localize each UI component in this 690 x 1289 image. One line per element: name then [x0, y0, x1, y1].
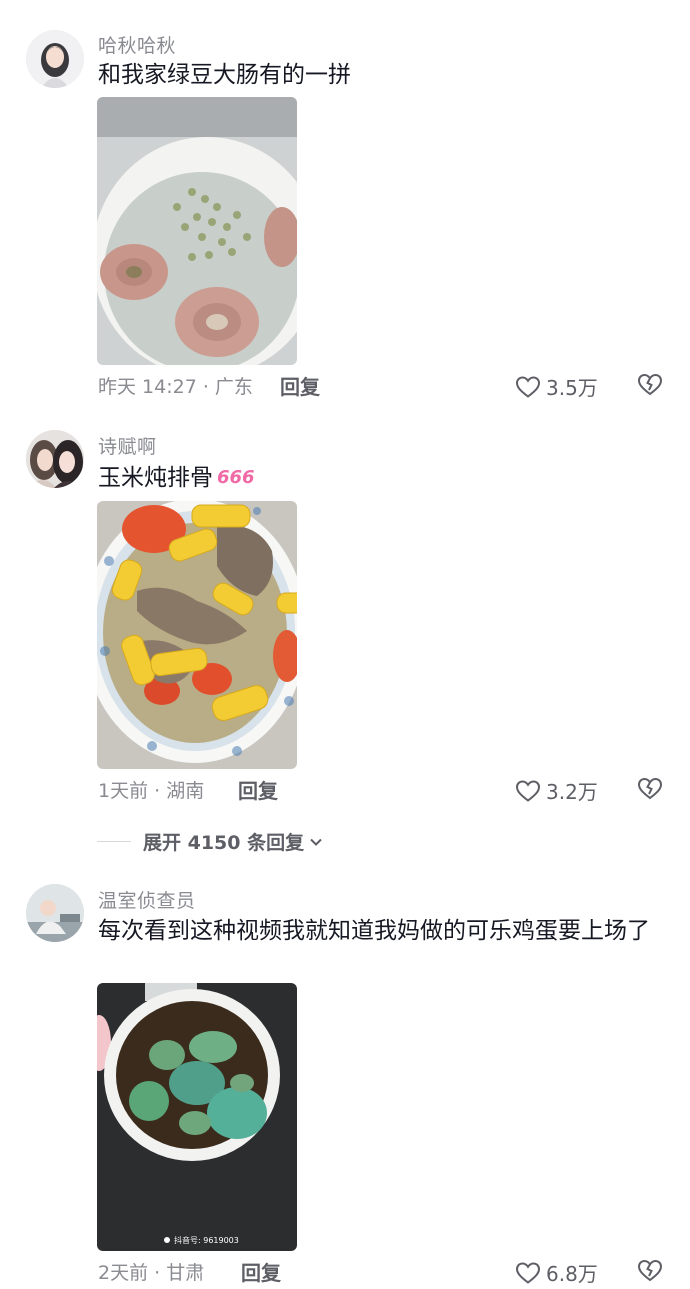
comment-image[interactable]: 抖音号: 9619003	[97, 983, 297, 1251]
expand-replies-label: 展开 4150 条回复	[143, 832, 305, 854]
comment-text: 每次看到这种视频我就知道我妈做的可乐鸡蛋要上场了	[98, 918, 650, 944]
reply-button[interactable]: 回复	[241, 1257, 281, 1286]
comment-image[interactable]	[97, 501, 297, 769]
dislike-button[interactable]	[637, 775, 663, 801]
like-button[interactable]: 3.5万	[515, 372, 598, 401]
chevron-down-icon	[310, 838, 322, 846]
reply-button[interactable]: 回复	[238, 775, 278, 804]
comment-text-body: 玉米炖排骨	[98, 465, 213, 491]
username[interactable]: 温室侦查员	[98, 886, 196, 913]
broken-heart-icon	[637, 373, 663, 396]
heart-icon	[515, 375, 541, 398]
divider-line	[97, 841, 131, 842]
expand-replies-button[interactable]: 展开 4150 条回复	[97, 828, 324, 855]
heart-icon	[515, 1261, 541, 1284]
time-location: 2天前 · 甘肃	[98, 1262, 205, 1284]
girl-avatar-icon	[26, 30, 84, 88]
like-count: 3.5万	[546, 376, 598, 400]
two-girls-avatar-icon	[26, 430, 84, 488]
dislike-button[interactable]	[637, 1257, 663, 1283]
like-count: 6.8万	[546, 1262, 598, 1286]
heart-icon	[515, 779, 541, 802]
watermark-icon	[164, 1237, 170, 1243]
photo-watermark: 抖音号: 9619003	[174, 1235, 239, 1245]
eggs-photo: 抖音号: 9619003	[97, 983, 297, 1251]
comment-text: 和我家绿豆大肠有的一拼	[98, 62, 351, 88]
like-count: 3.2万	[546, 780, 598, 804]
username[interactable]: 哈秋哈秋	[98, 31, 176, 58]
broken-heart-icon	[637, 777, 663, 800]
emoji-666-icon: 666	[217, 467, 255, 488]
user-avatar[interactable]	[26, 430, 84, 488]
username[interactable]: 诗赋啊	[98, 432, 157, 459]
like-button[interactable]: 6.8万	[515, 1258, 598, 1287]
like-button[interactable]: 3.2万	[515, 776, 598, 805]
comment-text: 玉米炖排骨 666	[98, 461, 668, 495]
person-avatar-icon	[26, 884, 84, 942]
reply-button[interactable]: 回复	[280, 371, 320, 400]
soup-photo	[97, 97, 297, 365]
comment-image[interactable]	[97, 97, 297, 365]
stew-photo	[97, 501, 297, 769]
dislike-button[interactable]	[637, 371, 663, 397]
user-avatar[interactable]	[26, 884, 84, 942]
broken-heart-icon	[637, 1259, 663, 1282]
time-location: 1天前 · 湖南	[98, 780, 205, 802]
time-location: 昨天 14:27 · 广东	[98, 376, 253, 398]
user-avatar[interactable]	[26, 30, 84, 88]
